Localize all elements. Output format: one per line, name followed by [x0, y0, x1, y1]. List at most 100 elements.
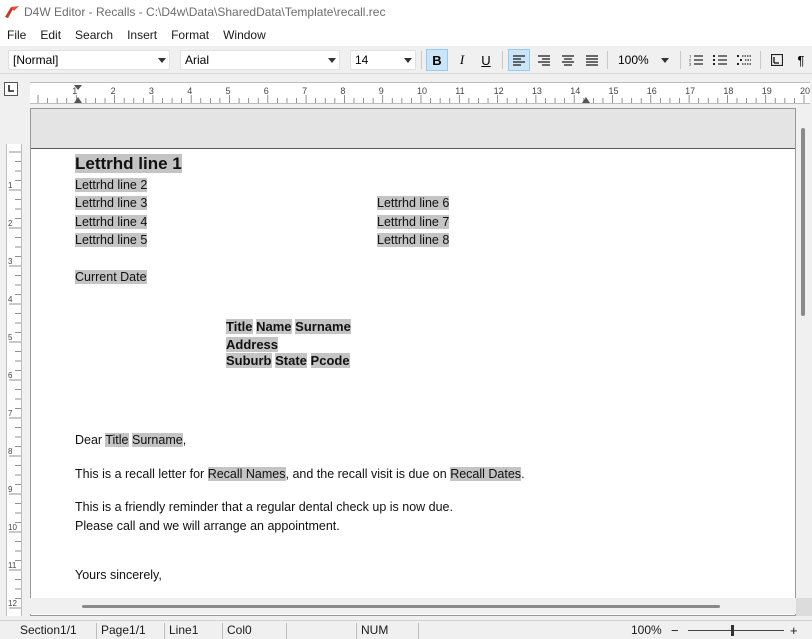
horizontal-scrollbar[interactable] — [30, 598, 796, 614]
field-lettrhd-line-4[interactable]: Lettrhd line 4 — [75, 215, 148, 229]
bold-button[interactable]: B — [426, 49, 448, 71]
vertical-scrollbar[interactable] — [796, 108, 812, 616]
numbered-list-button[interactable]: 123 — [685, 49, 707, 71]
ruler-number: 3 — [149, 86, 154, 96]
field-lettrhd-line-2[interactable]: Lettrhd line 2 — [75, 178, 148, 192]
zoom-in-button[interactable]: + — [786, 623, 798, 639]
chevron-down-icon[interactable] — [658, 51, 672, 69]
font-select[interactable]: Arial — [180, 50, 340, 70]
justify-button[interactable] — [581, 49, 603, 71]
numbered-list-icon: 123 — [689, 54, 703, 66]
align-left-button[interactable] — [508, 49, 530, 71]
reminder-line-1[interactable]: This is a friendly reminder that a regul… — [75, 499, 453, 515]
letterhead-line-1[interactable]: Lettrhd line 1 — [75, 154, 182, 174]
field-name[interactable]: Name — [256, 319, 292, 334]
letterhead-line-5[interactable]: Lettrhd line 5 — [75, 232, 148, 248]
style-value: [Normal] — [13, 53, 59, 67]
field-recall-dates[interactable]: Recall Dates — [450, 467, 522, 481]
field-recall-names[interactable]: Recall Names — [207, 467, 286, 481]
letterhead-line-3[interactable]: Lettrhd line 3 — [75, 195, 148, 211]
italic-button[interactable]: I — [451, 49, 473, 71]
letterhead-line-7[interactable]: Lettrhd line 7 — [377, 214, 450, 230]
field-lettrhd-line-1[interactable]: Lettrhd line 1 — [75, 154, 182, 173]
align-center-button[interactable] — [557, 49, 579, 71]
field-suburb[interactable]: Suburb — [226, 353, 272, 368]
field-address[interactable]: Address — [226, 337, 279, 352]
letterhead-line-4[interactable]: Lettrhd line 4 — [75, 214, 148, 230]
closing-line[interactable]: Yours sincerely, — [75, 567, 162, 583]
letterhead-line-6[interactable]: Lettrhd line 6 — [377, 195, 450, 211]
vertical-ruler-scale: 123456789101112 — [8, 151, 21, 609]
zoom-slider-thumb[interactable] — [731, 625, 734, 636]
current-date-line[interactable]: Current Date — [75, 269, 147, 285]
tab-type-button[interactable] — [4, 82, 18, 96]
ruler-strip[interactable]: 1 2 3 4 5 6 7 8 9 10 11 12 13 14 15 16 17 18 19 20 — [30, 82, 810, 104]
field-lettrhd-line-7[interactable]: Lettrhd line 7 — [377, 215, 450, 229]
field-surname[interactable]: Surname — [295, 319, 351, 334]
vertical-scroll-thumb[interactable] — [801, 128, 805, 316]
field-greeting-surname[interactable]: Surname — [131, 433, 183, 447]
underline-button[interactable]: U — [475, 49, 497, 71]
menu-insert[interactable]: Insert — [120, 24, 164, 46]
align-right-button[interactable] — [533, 49, 555, 71]
greeting-comma: , — [182, 433, 187, 447]
zoom-select[interactable]: 100% — [613, 50, 673, 70]
bullet-list-button[interactable] — [709, 49, 731, 71]
menu-edit[interactable]: Edit — [33, 24, 68, 46]
chevron-down-icon[interactable] — [325, 51, 339, 69]
ruler-number: 10 — [417, 86, 427, 96]
ruler-number: 12 — [8, 599, 17, 608]
field-greeting-title[interactable]: Title — [105, 433, 129, 447]
address-name-line[interactable]: Title Name Surname — [226, 319, 351, 335]
letterhead-line-8[interactable]: Lettrhd line 8 — [377, 232, 450, 248]
menu-file[interactable]: File — [0, 24, 33, 46]
greeting-line[interactable]: Dear Title Surname, — [75, 432, 186, 448]
font-size-select[interactable]: 14 — [350, 50, 416, 70]
chevron-down-icon[interactable] — [401, 51, 415, 69]
window-title: D4W Editor - Recalls - C:\D4w\Data\Share… — [24, 5, 386, 19]
field-pcode[interactable]: Pcode — [310, 353, 350, 368]
vertical-ruler-strip: 1 2 3 4 5 6 7 8 9 10 11 12 — [6, 144, 22, 616]
d4w-app-icon — [5, 6, 19, 18]
title-bar: D4W Editor - Recalls - C:\D4w\Data\Share… — [0, 0, 812, 24]
bullet-list-icon — [713, 55, 727, 65]
reminder-line-2[interactable]: Please call and we will arrange an appoi… — [75, 518, 340, 534]
indent-marker[interactable] — [74, 97, 82, 103]
field-lettrhd-line-8[interactable]: Lettrhd line 8 — [377, 233, 450, 247]
zoom-slider-track[interactable] — [688, 630, 784, 631]
status-bar: Section1/1 Page1/1 Line1 Col0 NUM 100% −… — [0, 620, 812, 639]
field-current-date[interactable]: Current Date — [75, 270, 147, 284]
multilevel-list-button[interactable] — [733, 49, 755, 71]
field-state[interactable]: State — [275, 353, 307, 368]
menu-search[interactable]: Search — [68, 24, 120, 46]
toolbar-separator — [760, 51, 761, 69]
address-line[interactable]: Address — [226, 337, 279, 353]
indent-marker[interactable] — [582, 97, 590, 103]
letterhead-line-2[interactable]: Lettrhd line 2 — [75, 177, 148, 193]
ruler-number: 15 — [609, 86, 619, 96]
ruler-number: 11 — [8, 561, 17, 570]
chevron-down-icon[interactable] — [155, 51, 169, 69]
style-select[interactable]: [Normal] — [8, 50, 170, 70]
menu-window[interactable]: Window — [216, 24, 273, 46]
ruler-number: 11 — [455, 86, 464, 96]
field-lettrhd-line-6[interactable]: Lettrhd line 6 — [377, 196, 450, 210]
zoom-out-button[interactable]: − — [667, 623, 679, 639]
document-area[interactable]: Lettrhd line 1 Lettrhd line 2 Lettrhd li… — [30, 108, 796, 616]
justify-icon — [586, 54, 598, 66]
page-layout-button[interactable] — [766, 49, 788, 71]
para1-text-middle: , and the recall visit is due on — [285, 467, 451, 481]
para1-text-end: . — [521, 467, 525, 481]
show-formatting-button[interactable]: ¶ — [790, 49, 812, 71]
field-title[interactable]: Title — [226, 319, 253, 334]
ruler-number: 6 — [264, 86, 269, 96]
field-lettrhd-line-3[interactable]: Lettrhd line 3 — [75, 196, 148, 210]
field-lettrhd-line-5[interactable]: Lettrhd line 5 — [75, 233, 148, 247]
address-suburb-line[interactable]: Suburb State Pcode — [226, 353, 350, 369]
page-header-band — [31, 109, 795, 149]
horizontal-scroll-thumb[interactable] — [82, 605, 720, 608]
menu-format[interactable]: Format — [164, 24, 216, 46]
ruler-number: 5 — [8, 333, 13, 342]
recall-paragraph[interactable]: This is a recall letter for Recall Names… — [75, 466, 525, 482]
ruler-number: 7 — [8, 409, 13, 418]
